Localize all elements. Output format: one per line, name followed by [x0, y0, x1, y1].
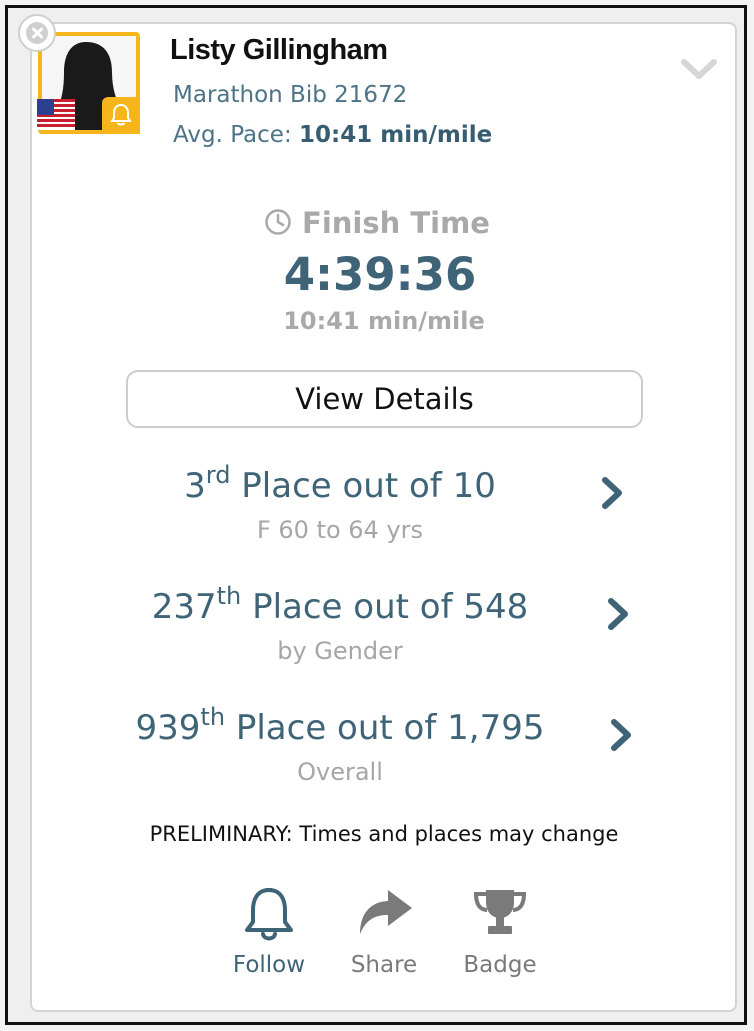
place-text: Place out of 10	[230, 466, 496, 506]
bib-number: Marathon Bib 21672	[173, 82, 408, 108]
chevron-right-icon	[602, 477, 622, 509]
finish-time-label: Finish Time	[0, 206, 754, 240]
finish-label-text: Finish Time	[302, 206, 490, 240]
place-suffix: th	[200, 703, 226, 731]
place-rank: 237	[151, 587, 217, 627]
place-text: Place out of 548	[241, 587, 529, 627]
badge-button[interactable]: Badge	[459, 884, 541, 978]
place-suffix: th	[216, 582, 242, 610]
badge-label: Badge	[463, 952, 537, 978]
runner-name: Listy Gillingham	[170, 34, 388, 66]
place-row-overall[interactable]: 939th Place out of 1,795 Overall	[0, 705, 754, 788]
preliminary-notice: PRELIMINARY: Times and places may change	[149, 822, 619, 846]
follow-label: Follow	[232, 952, 306, 978]
finish-time-value: 4:39:36	[283, 248, 477, 301]
share-button[interactable]: Share	[345, 884, 423, 978]
average-pace: Avg. Pace: 10:41 min/mile	[173, 122, 492, 148]
place-rank: 3	[184, 466, 206, 506]
place-row-gender[interactable]: 237th Place out of 548 by Gender	[0, 584, 754, 667]
share-label: Share	[350, 952, 418, 978]
place-rank: 939	[135, 708, 201, 748]
close-icon	[26, 22, 48, 44]
bell-icon	[245, 888, 293, 941]
close-button[interactable]	[18, 14, 56, 52]
chevron-right-icon	[608, 598, 628, 630]
us-flag-icon	[37, 99, 75, 130]
place-text: Place out of 1,795	[225, 708, 545, 748]
view-details-button[interactable]: View Details	[126, 370, 643, 428]
finish-pace: 10:41 min/mile	[283, 307, 485, 335]
clock-icon	[265, 209, 291, 235]
place-title: 237th Place out of 548	[0, 584, 680, 627]
pace-value: 10:41 min/mile	[299, 122, 493, 148]
place-title: 939th Place out of 1,795	[0, 705, 680, 748]
chevron-down-icon[interactable]	[680, 56, 718, 82]
place-row-age-group[interactable]: 3rd Place out of 10 F 60 to 64 yrs	[0, 463, 754, 546]
place-subtitle: Overall	[297, 758, 383, 786]
place-subtitle: F 60 to 64 yrs	[256, 516, 424, 544]
follow-button[interactable]: Follow	[228, 884, 310, 978]
share-arrow-icon	[360, 890, 412, 934]
trophy-icon	[473, 890, 527, 934]
pace-label: Avg. Pace:	[173, 122, 300, 148]
place-suffix: rd	[205, 461, 231, 489]
bell-icon	[110, 103, 132, 126]
chevron-right-icon	[611, 719, 631, 751]
place-subtitle: by Gender	[277, 637, 403, 665]
place-title: 3rd Place out of 10	[0, 463, 680, 506]
follow-badge	[102, 97, 140, 134]
